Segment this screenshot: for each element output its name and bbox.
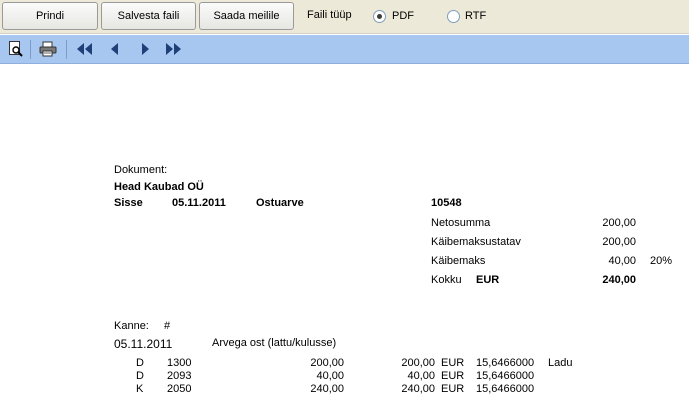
pdf-radio[interactable] [373,10,386,23]
entry-currency: EUR [441,357,465,369]
previous-page-icon[interactable] [106,40,124,58]
entry-amount: 200,00 [310,357,344,369]
entry-rate: 15,6466000 [476,357,535,369]
print-button[interactable]: Prindi [2,2,98,30]
entry-rate: 15,6466000 [476,383,535,395]
entry-account: 2093 [167,370,192,382]
entry-amount: 240,00 [310,383,344,395]
rtf-radio-label[interactable]: RTF [465,10,486,22]
entry-currency: EUR [441,383,465,395]
document-number: 10548 [431,197,462,209]
entry-side: K [136,383,144,395]
document-type: Ostuarve [256,197,304,209]
first-page-icon[interactable] [76,40,94,58]
document-preview: Dokument: Head Kaubad OÜ Sisse 05.11.201… [0,64,689,408]
entry-account: 2050 [167,383,192,395]
kokku-currency: EUR [476,274,500,286]
preview-toolbar [0,35,689,64]
save-to-file-button[interactable]: Salvesta faili [101,2,196,30]
kaibemaks-label: Käibemaks [431,255,486,267]
filetype-label: Faili tüüp [307,9,352,21]
entry-rate: 15,6466000 [476,370,535,382]
page-preview-icon[interactable] [7,40,25,58]
entry-side: D [136,370,144,382]
next-page-icon[interactable] [136,40,154,58]
pdf-radio-label[interactable]: PDF [392,10,414,22]
kanne-hash: # [164,320,171,332]
entry-currency-amount: 200,00 [401,357,435,369]
kanne-label: Kanne: [114,320,149,332]
document-label: Dokument: [114,164,168,176]
netosumma-value: 200,00 [602,217,636,229]
netosumma-label: Netosumma [431,217,491,229]
printer-icon[interactable] [39,40,57,58]
entry-currency-amount: 40,00 [407,370,435,382]
send-email-button[interactable]: Saada meilile [199,2,294,30]
toolbar-separator [66,40,67,59]
kaibemaksustatav-value: 200,00 [602,236,636,248]
company-name: Head Kaubad OÜ [114,181,204,193]
entry-account: 1300 [167,357,192,369]
entry-currency-amount: 240,00 [401,383,435,395]
kaibemaks-value: 40,00 [608,255,636,267]
kokku-label: Kokku [431,274,462,286]
kokku-value: 240,00 [602,274,636,286]
top-toolbar: Prindi Salvesta faili Saada meilile Fail… [0,0,689,34]
kaibemaks-rate: 20% [650,255,673,267]
entry-note: Ladu [548,357,573,369]
kaibemaksustatav-label: Käibemaksustatav [431,236,521,248]
direction: Sisse [114,197,143,209]
document-date: 05.11.2011 [172,197,226,209]
entry-amount: 40,00 [316,370,344,382]
entry-side: D [136,357,144,369]
entry-currency: EUR [441,370,465,382]
rtf-radio[interactable] [447,10,460,23]
entry-description: Arvega ost (lattu/kulusse) [212,337,337,349]
entry-date: 05.11.2011 [114,337,173,351]
toolbar-separator [30,40,31,59]
last-page-icon[interactable] [164,40,182,58]
